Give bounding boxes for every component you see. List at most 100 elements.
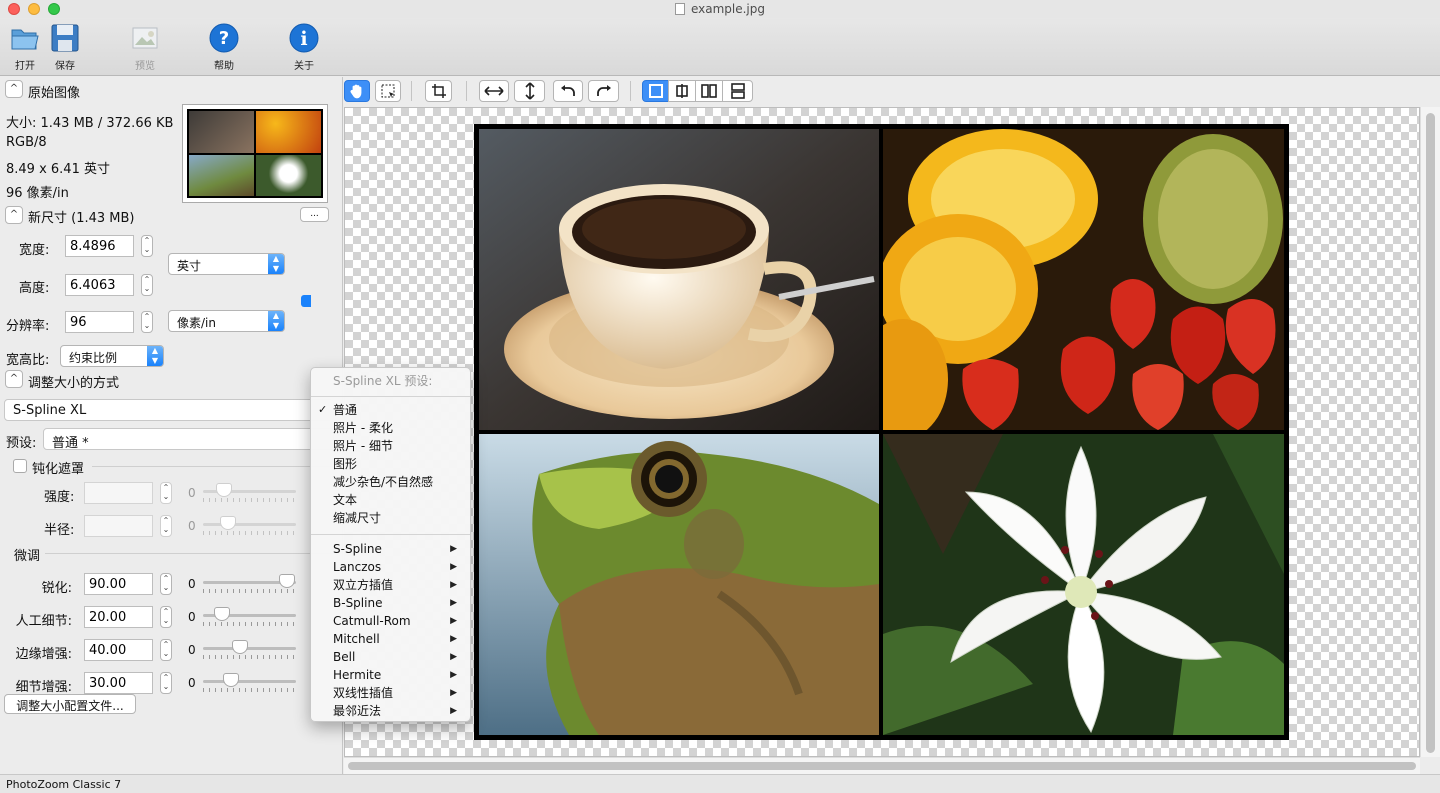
fine-tune-value-field[interactable]: 40.00 [84,639,153,661]
fine-tune-divider [45,553,337,554]
preview-label: 预览 [135,61,155,72]
fit-height-button[interactable] [514,80,545,102]
fine-tune-slider-knob[interactable] [214,607,230,621]
thumb-frog [189,154,254,196]
split-view-button[interactable] [668,80,696,102]
menu-item-preset[interactable]: 图形 [311,455,470,473]
fine-tune-value-field[interactable]: 90.00 [84,573,153,595]
fine-tune-value-field[interactable]: 30.00 [84,672,153,694]
preset-select[interactable]: 普通 * [43,428,334,451]
menu-item-submenu[interactable]: 最邻近法 ▶ [311,702,470,720]
menu-item-preset[interactable]: 照片 - 细节 [311,437,470,455]
radius-stepper[interactable]: ⌃ ⌄ [160,515,172,537]
vertical-scroll-thumb[interactable] [1426,113,1435,753]
size-unit-select[interactable]: 英寸 ▲ ▼ [168,253,285,275]
window-title-text: example.jpg [690,2,766,16]
toolbar-divider [411,81,412,101]
help-button[interactable]: ? 帮助 [199,22,249,72]
chevron-updown-icon: ▲ ▼ [268,254,284,274]
preview-button[interactable]: 预览 [120,22,170,72]
menu-item-submenu-label: Catmull-Rom [333,614,411,628]
menu-item-preset[interactable]: 文本 [311,491,470,509]
menu-item-preset[interactable]: ✓ 普通 [311,401,470,419]
single-view-icon [648,84,663,98]
radius-slider[interactable] [203,523,296,526]
menu-item-submenu[interactable]: Catmull-Rom ▶ [311,612,470,630]
strength-field[interactable] [84,482,153,504]
rotate-right-button[interactable] [588,80,619,102]
aspect-label: 宽高比: [6,353,50,368]
fine-tune-slider[interactable] [203,680,296,683]
menu-item-preset[interactable]: 减少杂色/不自然感 [311,473,470,491]
radius-field[interactable] [84,515,153,537]
menu-item-submenu[interactable]: B-Spline ▶ [311,594,470,612]
crop-button[interactable] [425,80,452,102]
photo-fruit [883,129,1284,430]
menu-item-submenu[interactable]: 双线性插值 ▶ [311,684,470,702]
fine-tune-stepper[interactable]: ⌃ ⌄ [160,573,172,595]
hand-tool-button[interactable] [344,80,370,102]
fine-tune-slider-knob[interactable] [223,673,239,687]
about-button[interactable]: i 关于 [279,22,329,72]
radius-slider-knob[interactable] [220,516,236,530]
horizontal-scrollbar[interactable] [344,757,1420,774]
fine-tune-stepper[interactable]: ⌃ ⌄ [160,672,172,694]
width-field[interactable]: 8.4896 [65,235,134,257]
split-view-icon [676,84,688,98]
floppy-disk-icon [51,24,79,52]
strength-min-label: 0 [188,486,196,500]
more-options-button[interactable]: ... [300,207,329,222]
fine-tune-value-field[interactable]: 20.00 [84,606,153,628]
menu-item-submenu[interactable]: Bell ▶ [311,648,470,666]
height-stepper[interactable]: ⌃ ⌄ [141,274,153,296]
aspect-ratio-select[interactable]: 约束比例 ▲ ▼ [60,345,164,367]
menu-item-submenu[interactable]: Hermite ▶ [311,666,470,684]
chevron-updown-icon: ▲ ▼ [147,346,163,366]
original-section-toggle[interactable]: ^ [5,80,23,98]
submenu-arrow-icon: ▶ [450,598,457,608]
resolution-unit-select[interactable]: 像素/in ▲ ▼ [168,310,285,332]
window-title: example.jpg [0,2,1440,16]
strength-slider-knob[interactable] [216,483,232,497]
horizontal-scroll-thumb[interactable] [348,762,1416,770]
save-button[interactable]: 保存 [40,22,90,72]
resolution-field[interactable]: 96 [65,311,134,333]
menu-item-submenu[interactable]: 双立方插值 ▶ [311,576,470,594]
fine-tune-stepper[interactable]: ⌃ ⌄ [160,606,172,628]
strength-stepper[interactable]: ⌃ ⌄ [160,482,172,504]
rotate-left-button[interactable] [553,80,583,102]
single-view-button[interactable] [642,80,669,102]
menu-item-submenu[interactable]: Mitchell ▶ [311,630,470,648]
fine-tune-slider-knob[interactable] [279,574,295,588]
menu-item-preset[interactable]: 照片 - 柔化 [311,419,470,437]
radius-min-label: 0 [188,519,196,533]
info-icon: i [289,23,319,53]
original-thumbnail [182,104,328,203]
resize-profile-button[interactable]: 调整大小配置文件... [4,694,136,714]
new-size-section-toggle[interactable]: ^ [5,206,23,224]
marquee-select-button[interactable] [375,80,401,102]
fit-width-button[interactable] [479,80,509,102]
fine-tune-label: 锐化: [41,581,72,596]
fine-tune-min-label: 0 [188,610,196,624]
height-field[interactable]: 6.4063 [65,274,134,296]
vertical-scrollbar[interactable] [1420,107,1440,757]
original-color-mode: RGB/8 [6,135,47,150]
menu-item-preset[interactable]: 缩减尺寸 [311,509,470,527]
aspect-ratio-value: 约束比例 [69,351,118,365]
fine-tune-ticks [203,589,296,593]
fine-tune-stepper[interactable]: ⌃ ⌄ [160,639,172,661]
status-bar: PhotoZoom Classic 7 [0,774,1440,793]
fine-tune-slider[interactable] [203,647,296,650]
resize-method-select[interactable]: S-Spline XL [4,399,334,421]
resolution-stepper[interactable]: ⌃ ⌄ [141,311,153,333]
side-by-side-view-button[interactable] [695,80,723,102]
resize-method-section-toggle[interactable]: ^ [5,370,23,388]
width-stepper[interactable]: ⌃ ⌄ [141,235,153,257]
menu-item-submenu[interactable]: Lanczos ▶ [311,558,470,576]
unsharp-mask-checkbox[interactable] [13,459,27,473]
fine-tune-ticks [203,688,296,692]
stacked-view-button[interactable] [722,80,753,102]
menu-item-submenu[interactable]: S-Spline ▶ [311,540,470,558]
fine-tune-slider-knob[interactable] [232,640,248,654]
